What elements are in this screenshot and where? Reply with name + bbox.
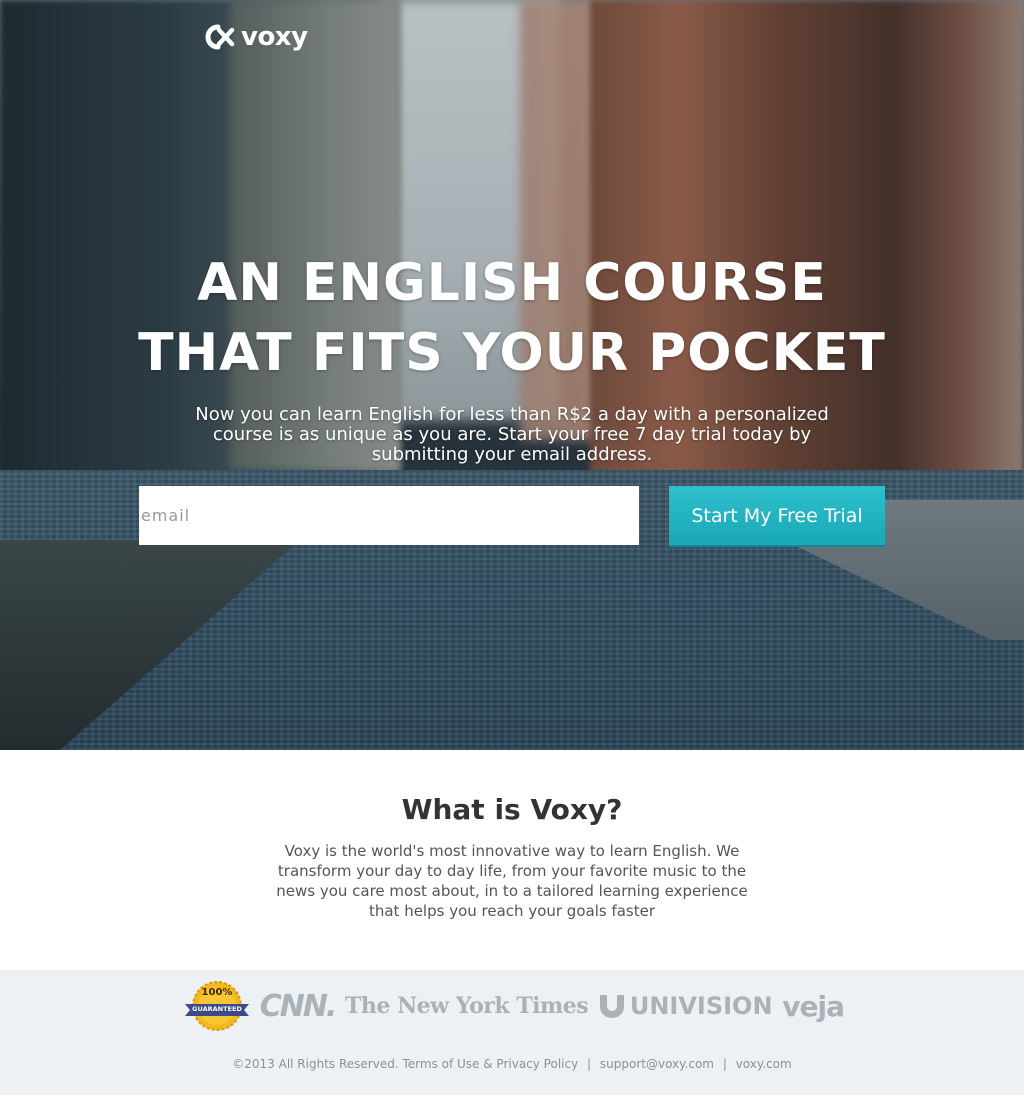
footer-separator: | [587, 1057, 592, 1071]
press-logo-cnn: CNN. [259, 988, 338, 1024]
press-section: 100% GUARANTEED CNN. The New York Times … [0, 970, 1024, 1095]
hero-subcopy: Now you can learn English for less than … [195, 404, 829, 465]
hero-headline: AN ENGLISH COURSE THAT FITS YOUR POCKET [0, 248, 1024, 388]
footer-site-link[interactable]: voxy.com [736, 1057, 792, 1071]
voxy-logo-icon [205, 24, 237, 50]
univision-wordmark: UNIVISION [629, 992, 773, 1020]
footer-copyright: ©2013 All Rights Reserved. [232, 1057, 399, 1071]
press-logo-veja: veja [782, 989, 845, 1023]
voxy-logo[interactable]: voxy [205, 22, 308, 52]
footer-terms-link[interactable]: Terms of Use & Privacy Policy [402, 1057, 578, 1071]
badge-percent-text: 100% [201, 987, 233, 998]
guarantee-badge: 100% GUARANTEED [184, 980, 250, 1032]
press-logo-nyt: The New York Times [345, 993, 589, 1019]
logo-wordmark: voxy [241, 22, 308, 52]
start-free-trial-button[interactable]: Start My Free Trial [669, 486, 885, 545]
footer: ©2013 All Rights Reserved. Terms of Use … [0, 1057, 1024, 1071]
email-input[interactable] [139, 486, 639, 545]
about-section: What is Voxy? Voxy is the world's most i… [0, 750, 1024, 970]
badge-guaranteed-text: GUARANTEED [192, 1005, 242, 1013]
hero-headline-line2: THAT FITS YOUR POCKET [138, 323, 886, 383]
hero-background-building-left-far [230, 0, 400, 470]
univision-logo-icon [599, 995, 624, 1018]
footer-separator: | [722, 1057, 727, 1071]
footer-support-link[interactable]: support@voxy.com [600, 1057, 714, 1071]
press-logo-univision: UNIVISION [598, 992, 773, 1020]
hero-headline-line1: AN ENGLISH COURSE [197, 253, 827, 313]
hero-section: voxy AN ENGLISH COURSE THAT FITS YOUR PO… [0, 0, 1024, 750]
press-logos-row: 100% GUARANTEED CNN. The New York Times … [184, 980, 845, 1032]
about-body: Voxy is the world's most innovative way … [276, 842, 748, 920]
about-title: What is Voxy? [401, 793, 623, 826]
